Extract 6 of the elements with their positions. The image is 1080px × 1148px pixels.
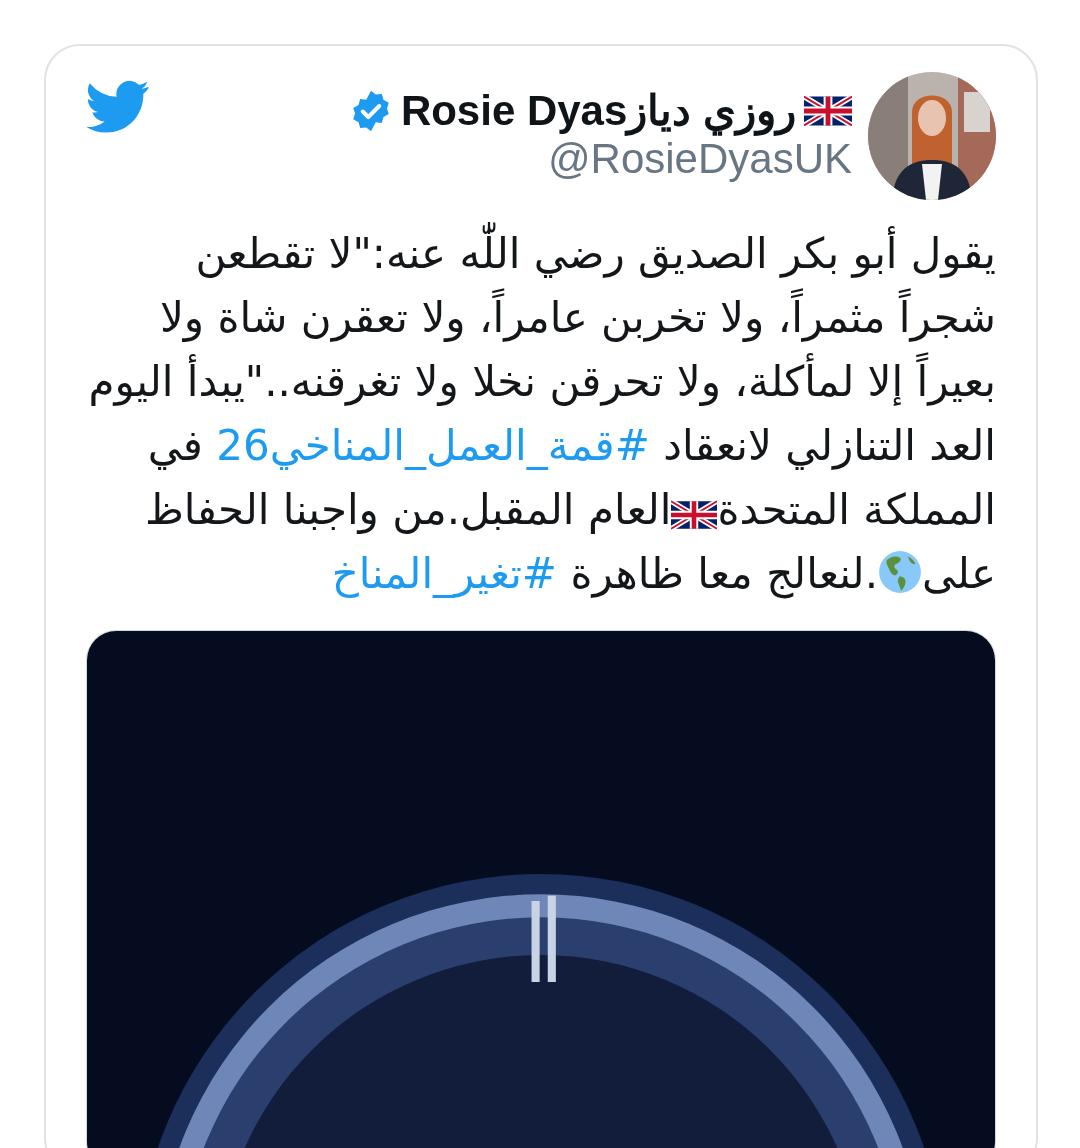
display-name[interactable]: Rosie Dyasروزي دياز [400,87,796,134]
bird-icon[interactable] [86,80,150,134]
flag-icon [804,95,852,126]
hashtag-link[interactable]: #قمة_العمل_المناخي26 [216,421,650,470]
tweet-text: يقول أبو بكر الصديق رضي اللّٰه عنه:"لا تقطعن شجراً مثمراً، ولا تخربن عامراً، ولا تعقرن شاة ولا بعيراً إلا لمأكلة، ولا تحرقن نخلا ولا تغرقنه.."يبدأ اليوم العد التنازلي لانعقاد #قمة_العمل_المناخي26 في المملكة المتحدة العام المقبل.من واجبنا الحفاظ على .لنعالج معا ظاهرة #تغير_المناخ [86,222,996,606]
hashtag-link[interactable]: #تغير_المناخ [331,549,558,598]
